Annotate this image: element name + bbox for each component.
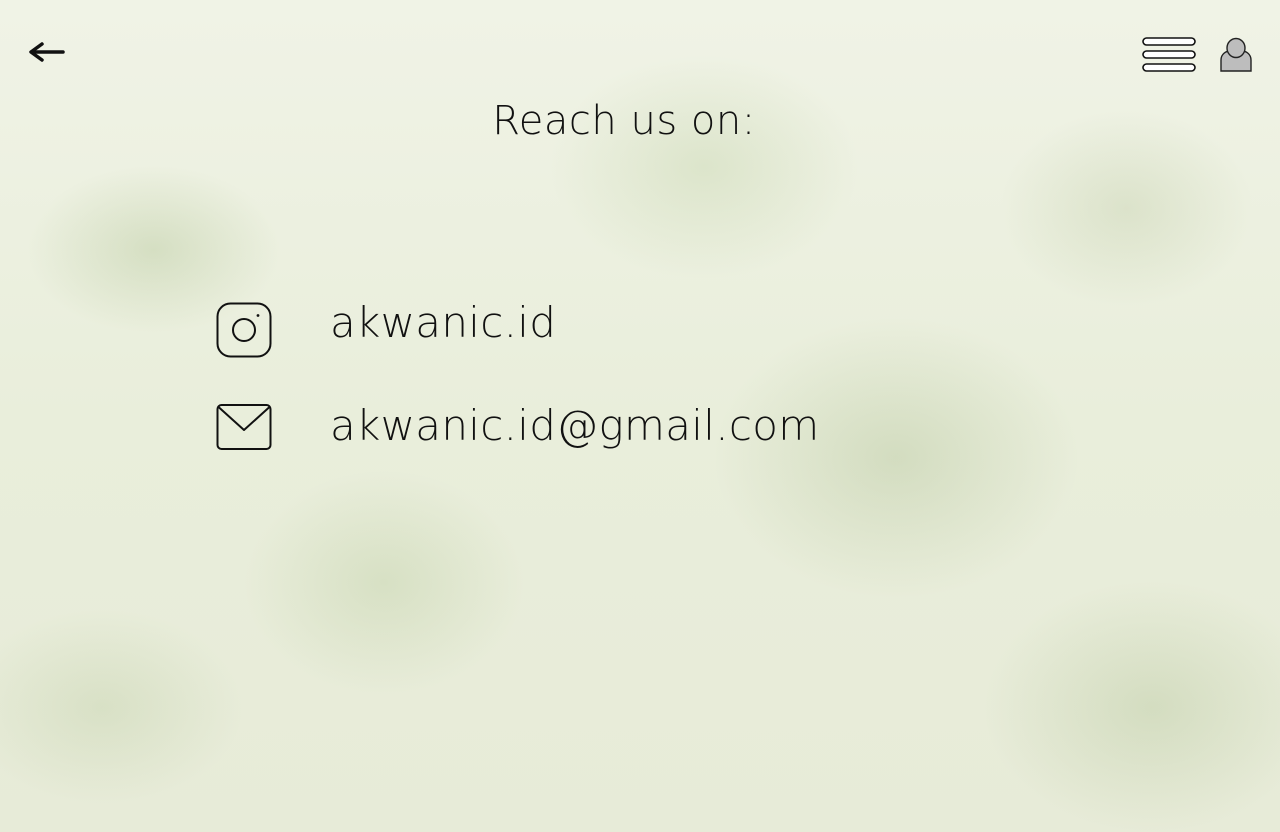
instagram-icon	[214, 300, 274, 360]
menu-button[interactable]	[1141, 36, 1197, 74]
back-button[interactable]	[26, 36, 66, 68]
email-address: akwanic.id@gmail.com	[330, 401, 820, 450]
mail-icon	[214, 398, 274, 458]
email-contact[interactable]: akwanic.id@gmail.com	[214, 398, 819, 458]
page-title: Reach us on:	[492, 98, 756, 144]
user-icon	[1220, 37, 1252, 72]
instagram-contact[interactable]: akwanic.id	[214, 300, 556, 360]
instagram-handle: akwanic.id	[330, 298, 557, 347]
hamburger-menu-icon	[1142, 37, 1196, 72]
user-button[interactable]	[1218, 36, 1254, 74]
arrow-left-icon	[29, 42, 65, 62]
